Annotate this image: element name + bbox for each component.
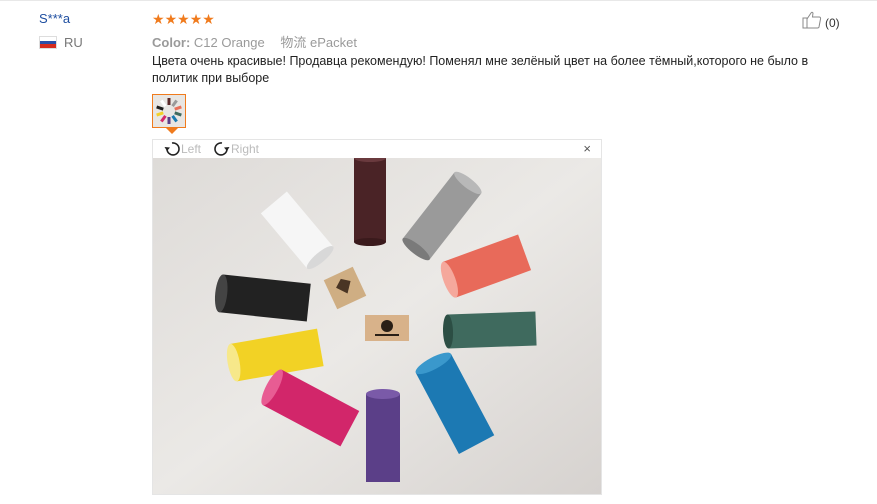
review-text: Цвета очень красивые! Продавца рекоменду… [152, 54, 809, 85]
star-rating: ★ ★ ★ ★ ★ [152, 12, 215, 26]
reviewer-country: RU [39, 35, 83, 50]
star-icon: ★ [202, 11, 215, 27]
viewer-toolbar: Left Right × [153, 140, 601, 158]
color-value: C12 Orange [193, 35, 265, 50]
top-divider [0, 0, 877, 1]
shipping-label: 物流 [280, 35, 307, 50]
color-label: Color: [152, 35, 191, 50]
review-photo-thumbnail[interactable] [152, 94, 186, 128]
country-code: RU [64, 35, 83, 50]
helpful-button[interactable]: (0) [802, 11, 840, 34]
star-icon: ★ [189, 11, 203, 27]
rotate-left-icon [164, 142, 180, 156]
rotate-right-button[interactable]: Right [213, 140, 259, 158]
rotate-left-label: Left [181, 142, 202, 156]
close-viewer-button[interactable]: × [583, 141, 591, 156]
review-photo [153, 158, 601, 494]
russia-flag-icon [39, 36, 57, 49]
rotate-left-button[interactable]: Left [163, 140, 201, 158]
reviewer-name[interactable]: S***a [39, 11, 70, 26]
photo-viewer: Left Right × [152, 139, 602, 495]
star-icon: ★ [177, 11, 190, 27]
order-info: Color: C12 Orange 物流 ePacket [152, 32, 357, 51]
star-icon: ★ [164, 11, 178, 27]
shipping-value: ePacket [310, 35, 357, 50]
helpful-count: (0) [825, 15, 840, 30]
star-icon: ★ [152, 11, 165, 27]
rotate-right-label: Right [231, 142, 260, 156]
rotate-right-icon [214, 142, 230, 156]
thumbs-up-icon [802, 11, 822, 34]
thumbnail-pointer [166, 128, 178, 134]
